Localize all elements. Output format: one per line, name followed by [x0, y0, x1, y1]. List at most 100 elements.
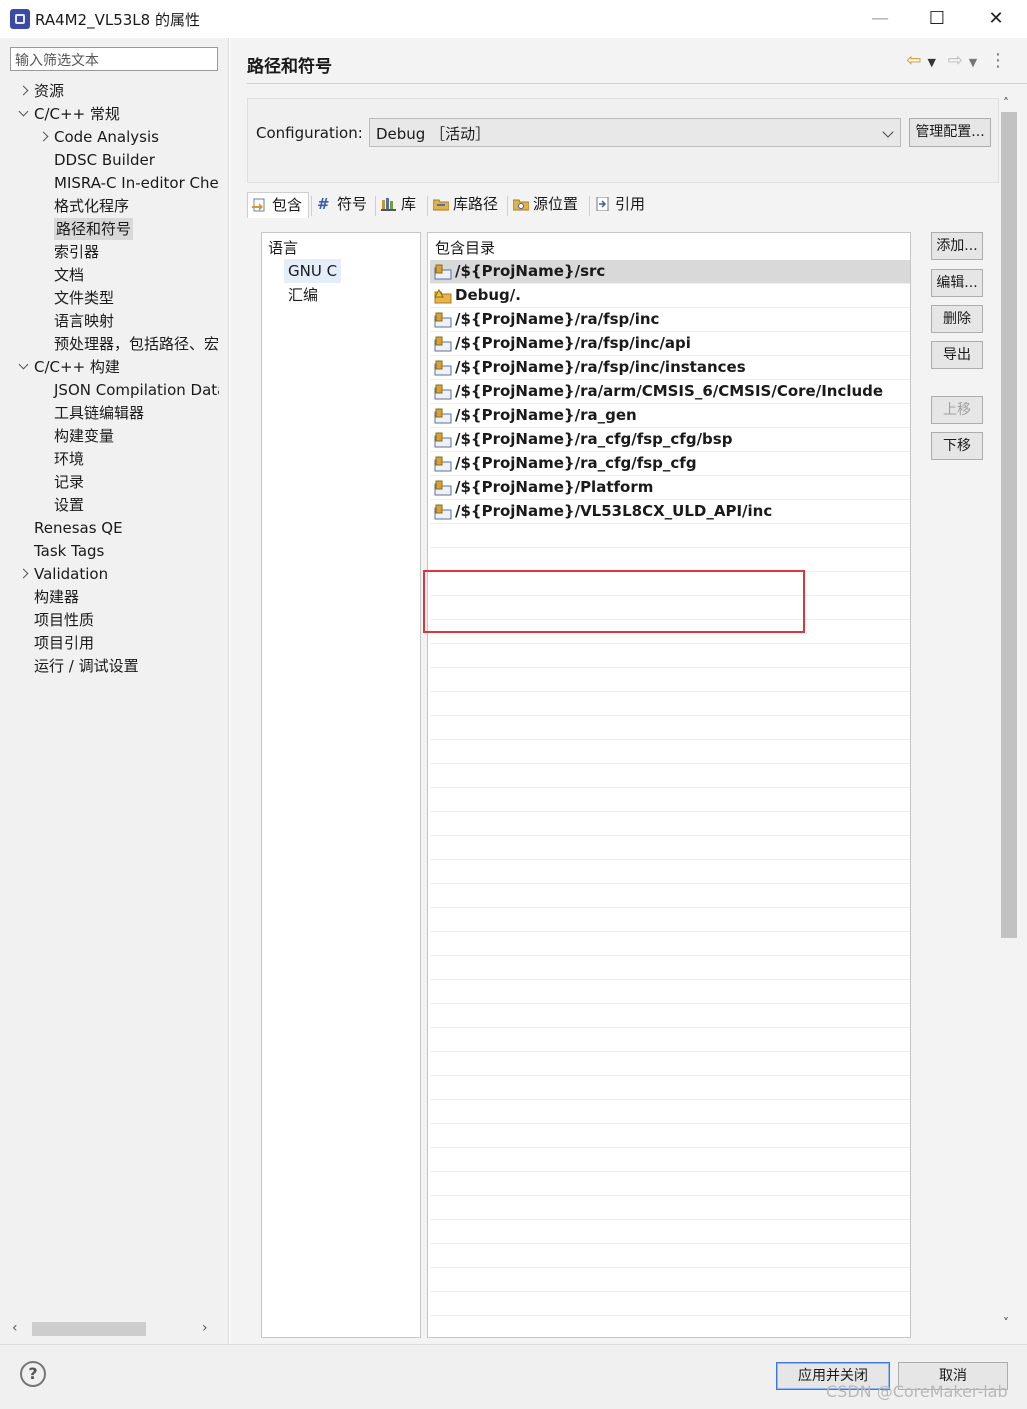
sidebar-item[interactable]: 运行 / 调试设置: [0, 655, 219, 677]
chevron-right-icon[interactable]: [38, 131, 50, 143]
sidebar-item[interactable]: 文档: [0, 264, 219, 286]
sidebar-item-label: 文件类型: [54, 289, 115, 307]
manage-configurations-button[interactable]: 管理配置...: [909, 118, 991, 147]
workspace-folder-icon: [434, 456, 452, 472]
page-title: 路径和符号: [247, 57, 332, 77]
sidebar-item[interactable]: Renesas QE: [0, 517, 219, 539]
sidebar-item[interactable]: C/C++ 构建: [0, 356, 219, 378]
help-icon[interactable]: ?: [20, 1361, 46, 1387]
sidebar-item-label: 文档: [54, 266, 85, 284]
sidebar-item[interactable]: 项目性质: [0, 609, 219, 631]
page-content: Configuration: Debug ［活动］ 管理配置... 包含 # 符…: [247, 98, 999, 1338]
scroll-thumb[interactable]: [1001, 112, 1017, 938]
sidebar-item[interactable]: DDSC Builder: [0, 149, 219, 171]
filter-input[interactable]: 输入筛选文本: [10, 47, 218, 71]
scroll-thumb[interactable]: [32, 1322, 146, 1336]
sidebar-item[interactable]: 记录: [0, 471, 219, 493]
edit-button[interactable]: 编辑...: [931, 269, 983, 297]
scroll-down-icon[interactable]: ˅: [1003, 1316, 1009, 1330]
include-row[interactable]: /${ProjName}/Platform: [430, 476, 910, 500]
more-options-icon[interactable]: ⋮: [989, 50, 1007, 71]
workspace-folder-icon: [434, 408, 452, 424]
empty-table-row: [430, 1100, 910, 1124]
sidebar-item[interactable]: 语言映射: [0, 310, 219, 332]
scroll-up-icon[interactable]: ˄: [1003, 96, 1009, 110]
include-row[interactable]: /${ProjName}/ra_cfg/fsp_cfg/bsp: [430, 428, 910, 452]
scroll-right-icon[interactable]: ›: [202, 1320, 208, 1336]
sidebar-item[interactable]: Task Tags: [0, 540, 219, 562]
move-down-button[interactable]: 下移: [931, 432, 983, 460]
sidebar-item[interactable]: 环境: [0, 448, 219, 470]
tab-references[interactable]: 引用: [591, 192, 653, 218]
chevron-right-icon[interactable]: [18, 85, 30, 97]
sidebar-item[interactable]: 文件类型: [0, 287, 219, 309]
include-row[interactable]: /${ProjName}/VL53L8CX_ULD_API/inc: [430, 500, 910, 524]
include-row[interactable]: /${ProjName}/src: [430, 260, 910, 284]
configuration-select[interactable]: Debug ［活动］: [369, 118, 901, 147]
include-row[interactable]: /${ProjName}/ra/fsp/inc/instances: [430, 356, 910, 380]
sidebar-item[interactable]: MISRA-C In-editor Che: [0, 172, 219, 194]
sidebar-item[interactable]: 路径和符号: [0, 218, 219, 240]
workspace-folder-icon: [434, 336, 452, 352]
sidebar-item[interactable]: 资源: [0, 80, 219, 102]
sidebar-item[interactable]: Validation: [0, 563, 219, 585]
tab-symbols[interactable]: # 符号: [313, 192, 373, 218]
workspace-folder-icon: [434, 360, 452, 376]
title-bar: RA4M2_VL53L8 的属性 — ☐ ✕: [0, 0, 1027, 38]
scroll-left-icon[interactable]: ‹: [12, 1320, 18, 1336]
sidebar-item[interactable]: 设置: [0, 494, 219, 516]
tab-libraries[interactable]: 库: [377, 192, 425, 218]
close-button[interactable]: ✕: [974, 4, 1018, 34]
sidebar-item[interactable]: 构建器: [0, 586, 219, 608]
tab-includes[interactable]: 包含: [247, 192, 309, 218]
include-path: /${ProjName}/ra/fsp/inc/instances: [455, 358, 746, 376]
empty-table-row: [430, 884, 910, 908]
sidebar-item[interactable]: 项目引用: [0, 632, 219, 654]
include-row[interactable]: /${ProjName}/ra/arm/CMSIS_6/CMSIS/Core/I…: [430, 380, 910, 404]
maximize-button[interactable]: ☐: [915, 4, 959, 34]
add-button[interactable]: 添加...: [931, 232, 983, 260]
sidebar-item-label: Renesas QE: [34, 519, 123, 537]
chevron-right-icon[interactable]: [18, 568, 30, 580]
include-row[interactable]: /${ProjName}/ra_gen: [430, 404, 910, 428]
workspace-folder-icon: [434, 384, 452, 400]
sidebar-item[interactable]: Code Analysis: [0, 126, 219, 148]
include-row[interactable]: /${ProjName}/ra_cfg/fsp_cfg: [430, 452, 910, 476]
chevron-down-icon[interactable]: [18, 108, 30, 120]
back-menu-icon[interactable]: ▼: [928, 56, 936, 69]
tab-source-location[interactable]: 源位置: [509, 192, 587, 218]
include-row[interactable]: /${ProjName}/ra/fsp/inc: [430, 308, 910, 332]
sidebar-item[interactable]: JSON Compilation Data: [0, 379, 219, 401]
sidebar-item-label: 运行 / 调试设置: [34, 657, 139, 675]
chevron-down-icon[interactable]: [18, 361, 30, 373]
move-up-button[interactable]: 上移: [931, 396, 983, 424]
sidebar-item[interactable]: 工具链编辑器: [0, 402, 219, 424]
tab-library-paths[interactable]: 库路径: [429, 192, 505, 218]
empty-table-row: [430, 812, 910, 836]
sidebar-item-label: 预处理器，包括路径、宏: [54, 335, 219, 353]
empty-table-row: [430, 1268, 910, 1292]
export-button[interactable]: 导出: [931, 341, 983, 369]
language-list: 语言 GNU C 汇编: [261, 232, 421, 1338]
sidebar-item-label: DDSC Builder: [54, 151, 155, 169]
delete-button[interactable]: 删除: [931, 305, 983, 333]
language-item-assembly[interactable]: 汇编: [284, 283, 322, 307]
forward-menu-icon[interactable]: ▼: [969, 56, 977, 69]
forward-arrow-icon[interactable]: ⇨: [948, 50, 963, 71]
include-row[interactable]: Debug/.: [430, 284, 910, 308]
sidebar-item[interactable]: 构建变量: [0, 425, 219, 447]
back-arrow-icon[interactable]: ⇦: [906, 50, 921, 71]
sidebar-item[interactable]: 格式化程序: [0, 195, 219, 217]
sidebar-horizontal-scrollbar[interactable]: ‹ ›: [10, 1320, 220, 1338]
include-row[interactable]: /${ProjName}/ra/fsp/inc/api: [430, 332, 910, 356]
sidebar-item[interactable]: 索引器: [0, 241, 219, 263]
language-item-gnu-c[interactable]: GNU C: [284, 259, 342, 283]
main-vertical-scrollbar[interactable]: ˄ ˅: [999, 96, 1019, 1334]
sidebar-item[interactable]: C/C++ 常规: [0, 103, 219, 125]
language-header: 语言: [268, 239, 299, 257]
main-panel: 路径和符号 ⇦ ▼ ⇨ ▼ ⋮ Configuration: Debug ［活动］ …: [230, 38, 1027, 1344]
tab-divider: [375, 196, 376, 216]
minimize-button[interactable]: —: [858, 4, 902, 34]
sidebar-item[interactable]: 预处理器，包括路径、宏: [0, 333, 219, 355]
include-path: /${ProjName}/src: [455, 262, 606, 280]
